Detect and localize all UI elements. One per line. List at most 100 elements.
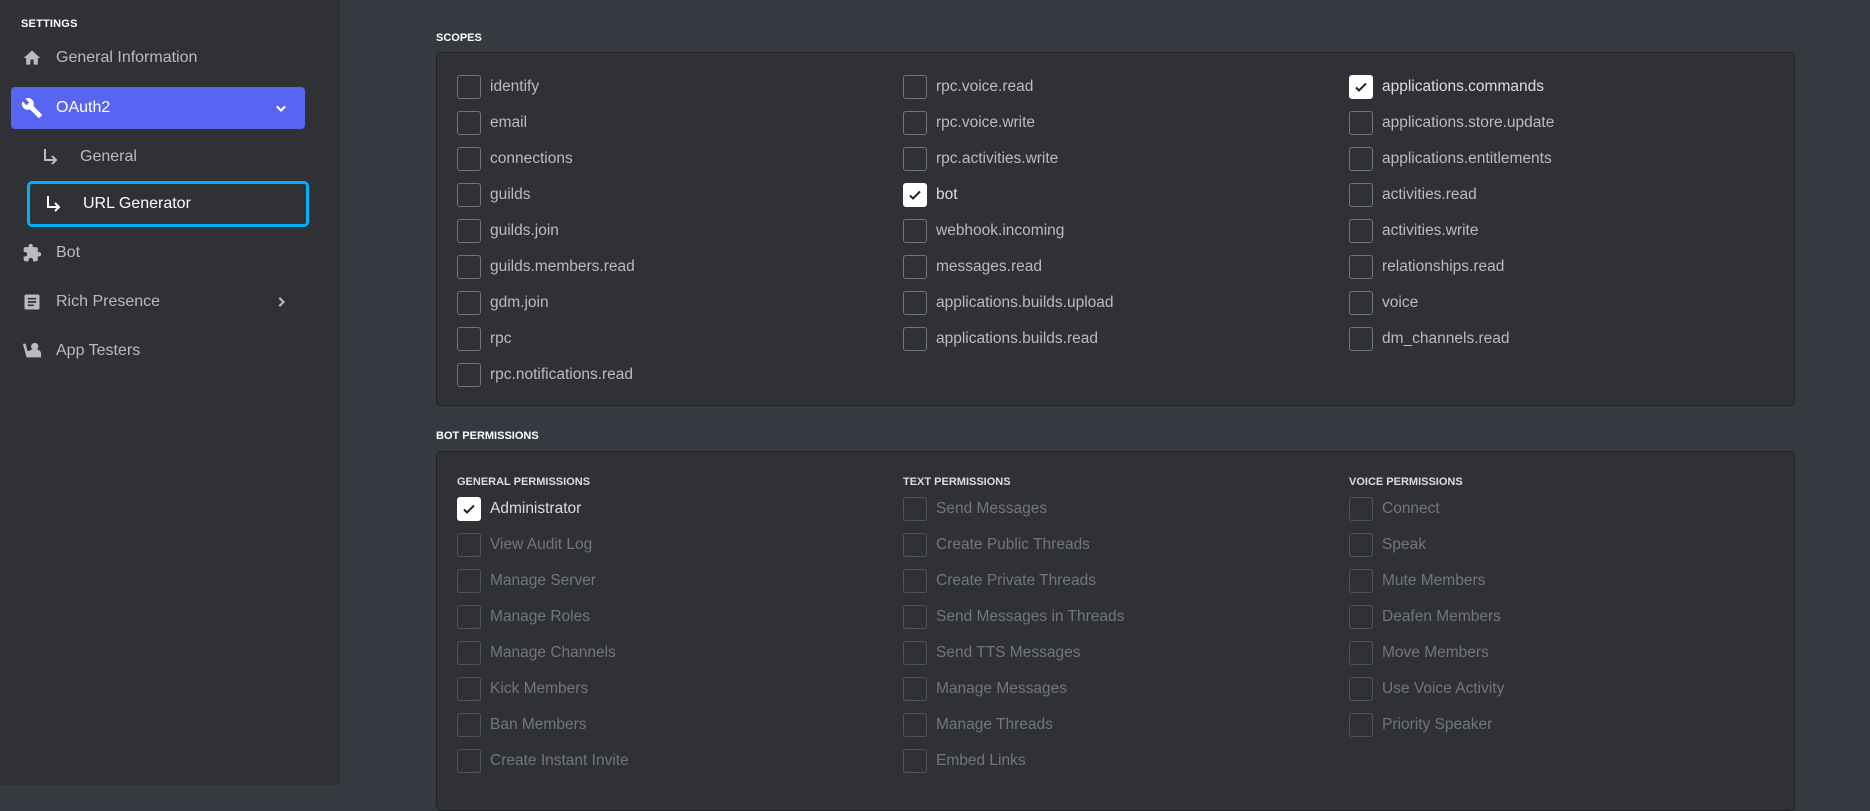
checkbox-label: Mute Members — [1382, 572, 1486, 589]
scopes-panel: identify email connections guilds guilds.joi… — [436, 52, 1795, 406]
checkbox[interactable] — [457, 75, 481, 99]
checkmark-icon — [461, 501, 477, 517]
checkbox[interactable] — [1349, 327, 1373, 351]
checkbox — [457, 605, 481, 629]
checkbox-row-applications-store-update[interactable]: applications.store.update — [1349, 111, 1554, 135]
checkbox-label: Manage Messages — [936, 680, 1067, 697]
checkbox[interactable] — [1349, 75, 1373, 99]
checkbox[interactable] — [457, 255, 481, 279]
checkbox-row-dm-channels-read[interactable]: dm_channels.read — [1349, 327, 1510, 351]
checkbox[interactable] — [903, 75, 927, 99]
checkbox-row-email[interactable]: email — [457, 111, 527, 135]
checkbox-row-applications-commands[interactable]: applications.commands — [1349, 75, 1544, 99]
checkbox[interactable] — [457, 111, 481, 135]
checkbox-row-embed-links: Embed Links — [903, 749, 1026, 773]
checkbox-row-applications-entitlements[interactable]: applications.entitlements — [1349, 147, 1552, 171]
sidebar-item-rich-presence[interactable]: Rich Presence — [11, 281, 305, 323]
checkbox-row-manage-threads: Manage Threads — [903, 713, 1053, 737]
checkbox-row-manage-server: Manage Server — [457, 569, 596, 593]
checkbox-row-guilds-join[interactable]: guilds.join — [457, 219, 559, 243]
checkbox[interactable] — [457, 497, 481, 521]
checkbox[interactable] — [1349, 291, 1373, 315]
checkbox-label: Send TTS Messages — [936, 644, 1081, 661]
checkbox[interactable] — [457, 219, 481, 243]
bot-permissions-label: BOT PERMISSIONS — [436, 430, 539, 442]
sidebar-item-bot[interactable]: Bot — [11, 232, 305, 274]
checkbox — [457, 533, 481, 557]
checkbox-row-activities-read[interactable]: activities.read — [1349, 183, 1477, 207]
checkbox-row-rpc-voice-read[interactable]: rpc.voice.read — [903, 75, 1033, 99]
chevron-right-icon[interactable] — [271, 292, 291, 312]
checkbox[interactable] — [1349, 147, 1373, 171]
sidebar-item-oauth2[interactable]: OAuth2 — [11, 87, 305, 129]
checkbox-row-applications-builds-read[interactable]: applications.builds.read — [903, 327, 1098, 351]
checkbox[interactable] — [903, 147, 927, 171]
checkbox — [903, 605, 927, 629]
checkbox-label: Ban Members — [490, 716, 587, 733]
checkbox-row-messages-read[interactable]: messages.read — [903, 255, 1042, 279]
checkbox-label: guilds.members.read — [490, 258, 635, 275]
checkbox[interactable] — [1349, 255, 1373, 279]
subitem-arrow-icon — [45, 195, 63, 213]
checkbox-row-bot[interactable]: bot — [903, 183, 958, 207]
checkbox[interactable] — [1349, 111, 1373, 135]
checkbox-row-gdm-join[interactable]: gdm.join — [457, 291, 549, 315]
checkbox-label: activities.write — [1382, 222, 1479, 239]
checkbox[interactable] — [903, 111, 927, 135]
checkbox — [1349, 569, 1373, 593]
sidebar-heading: SETTINGS — [21, 18, 78, 30]
checkbox[interactable] — [903, 183, 927, 207]
checkbox[interactable] — [457, 363, 481, 387]
checkbox-label: Create Private Threads — [936, 572, 1096, 589]
checkbox[interactable] — [1349, 219, 1373, 243]
checkbox-row-administrator[interactable]: Administrator — [457, 497, 581, 521]
chevron-down-icon[interactable] — [271, 98, 291, 118]
checkbox-label: messages.read — [936, 258, 1042, 275]
checkbox[interactable] — [457, 291, 481, 315]
checkbox — [1349, 533, 1373, 557]
checkbox-row-connections[interactable]: connections — [457, 147, 573, 171]
checkbox — [1349, 605, 1373, 629]
checkbox[interactable] — [903, 255, 927, 279]
checkbox-label: Move Members — [1382, 644, 1489, 661]
checkbox — [457, 641, 481, 665]
checkbox-row-voice[interactable]: voice — [1349, 291, 1418, 315]
checkbox — [903, 641, 927, 665]
checkbox-row-relationships-read[interactable]: relationships.read — [1349, 255, 1504, 279]
checkbox[interactable] — [1349, 183, 1373, 207]
checkbox — [457, 749, 481, 773]
scopes-label: SCOPES — [436, 32, 482, 44]
checkbox-row-rpc[interactable]: rpc — [457, 327, 512, 351]
checkbox-row-connect: Connect — [1349, 497, 1440, 521]
checkbox[interactable] — [903, 291, 927, 315]
checkbox — [1349, 641, 1373, 665]
checkbox[interactable] — [457, 183, 481, 207]
checkbox[interactable] — [903, 219, 927, 243]
checkbox[interactable] — [903, 327, 927, 351]
sidebar-item-app-testers[interactable]: App Testers — [11, 330, 305, 372]
checkbox-row-rpc-activities-write[interactable]: rpc.activities.write — [903, 147, 1058, 171]
checkbox — [457, 569, 481, 593]
checkbox-label: rpc.notifications.read — [490, 366, 634, 383]
sidebar-subitem-url-generator[interactable]: URL Generator — [27, 181, 309, 227]
checkbox-row-activities-write[interactable]: activities.write — [1349, 219, 1478, 243]
checkbox — [1349, 713, 1373, 737]
checkbox — [903, 749, 927, 773]
checkbox-label: guilds — [490, 186, 531, 203]
checkbox-row-rpc-notifications-read[interactable]: rpc.notifications.read — [457, 363, 633, 387]
checkbox[interactable] — [457, 147, 481, 171]
checkbox-label: email — [490, 114, 528, 131]
checkbox-row-guilds-members-read[interactable]: guilds.members.read — [457, 255, 635, 279]
checkbox-row-kick-members: Kick Members — [457, 677, 588, 701]
checkbox[interactable] — [457, 327, 481, 351]
checkbox-label: activities.read — [1382, 186, 1477, 203]
checkbox-row-guilds[interactable]: guilds — [457, 183, 531, 207]
checkbox-row-rpc-voice-write[interactable]: rpc.voice.write — [903, 111, 1035, 135]
checkbox — [457, 677, 481, 701]
checkbox-row-applications-builds-upload[interactable]: applications.builds.upload — [903, 291, 1114, 315]
checkbox-row-identify[interactable]: identify — [457, 75, 539, 99]
sidebar-subitem-general[interactable]: General — [27, 134, 309, 180]
permission-group-heading: GENERAL PERMISSIONS — [457, 476, 591, 488]
checkbox-row-webhook-incoming[interactable]: webhook.incoming — [903, 219, 1064, 243]
sidebar-item-general-information[interactable]: General Information — [11, 37, 305, 79]
